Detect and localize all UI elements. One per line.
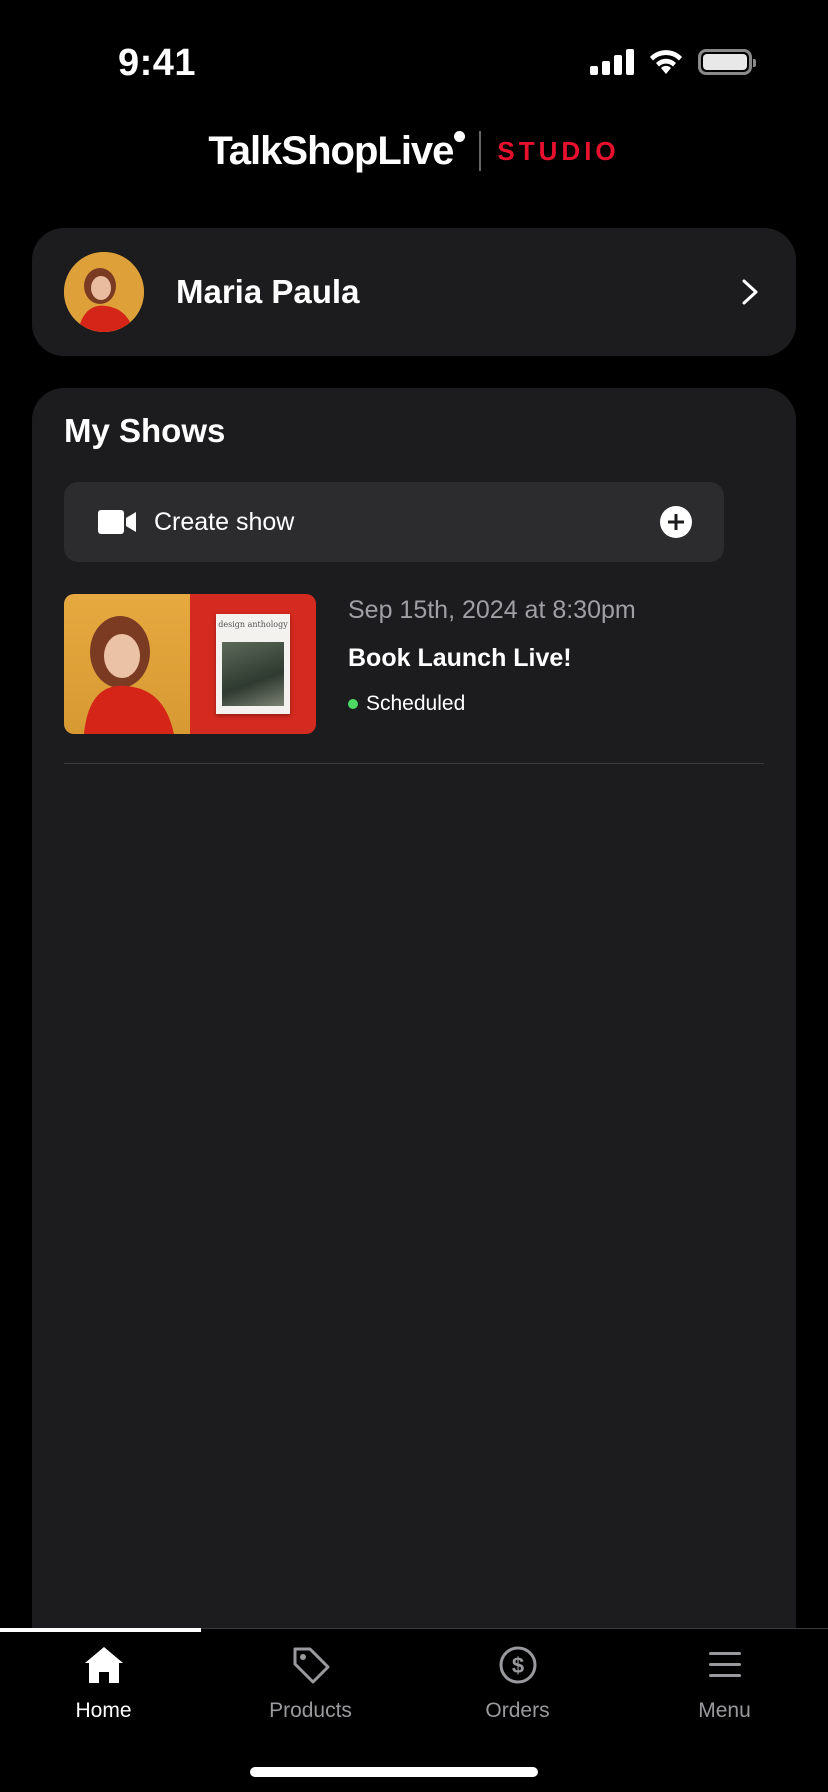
video-camera-icon bbox=[98, 510, 136, 534]
status-label: Scheduled bbox=[366, 692, 466, 715]
dollar-icon: $ bbox=[499, 1646, 536, 1684]
tab-products[interactable]: Products bbox=[207, 1629, 414, 1739]
avatar-photo bbox=[64, 252, 144, 332]
tab-bar: Home Products $ Orders Menu bbox=[0, 1628, 828, 1792]
logo-studio: STUDIO bbox=[497, 135, 620, 166]
home-icon bbox=[84, 1647, 123, 1683]
show-list-item[interactable]: design anthology Sep 15th, 2024 at 8:30p… bbox=[64, 594, 764, 754]
active-tab-indicator bbox=[0, 1628, 201, 1632]
plus-circle-icon bbox=[660, 506, 692, 538]
status-icons bbox=[590, 48, 756, 76]
host-photo bbox=[64, 594, 190, 734]
signal-icon bbox=[590, 49, 634, 75]
show-thumbnail: design anthology bbox=[64, 594, 316, 734]
status-badge: Scheduled bbox=[348, 692, 465, 716]
avatar bbox=[64, 252, 144, 332]
tab-home[interactable]: Home bbox=[0, 1629, 207, 1739]
battery-icon bbox=[698, 49, 756, 75]
profile-name: Maria Paula bbox=[176, 273, 360, 310]
create-show-label: Create show bbox=[154, 507, 295, 536]
list-divider bbox=[64, 763, 764, 764]
tab-menu[interactable]: Menu bbox=[621, 1629, 828, 1739]
section-title: My Shows bbox=[64, 412, 226, 449]
svg-text:$: $ bbox=[511, 1653, 523, 1678]
my-shows-panel: My Shows Create show design anthology Se… bbox=[32, 388, 796, 1728]
app-logo: TalkShopLive STUDIO bbox=[0, 124, 828, 178]
status-time: 9:41 bbox=[118, 42, 197, 84]
tag-icon bbox=[293, 1647, 329, 1684]
logo-brand: TalkShopLive bbox=[208, 129, 466, 174]
show-date: Sep 15th, 2024 at 8:30pm bbox=[348, 596, 636, 624]
menu-icon bbox=[708, 1652, 741, 1677]
chevron-right-icon[interactable] bbox=[734, 277, 764, 307]
show-title: Book Launch Live! bbox=[348, 644, 572, 672]
book-cover: design anthology bbox=[216, 614, 290, 714]
book-photo: design anthology bbox=[190, 594, 316, 734]
logo-divider bbox=[479, 131, 482, 171]
status-bar: 9:41 bbox=[0, 0, 828, 120]
home-indicator bbox=[250, 1767, 538, 1777]
create-show-button[interactable]: Create show bbox=[64, 482, 724, 562]
tab-orders[interactable]: $ Orders bbox=[414, 1629, 621, 1739]
logo-dot bbox=[454, 130, 466, 142]
wifi-icon bbox=[650, 50, 682, 74]
status-dot-icon bbox=[348, 699, 358, 709]
profile-card[interactable]: Maria Paula bbox=[32, 228, 796, 356]
